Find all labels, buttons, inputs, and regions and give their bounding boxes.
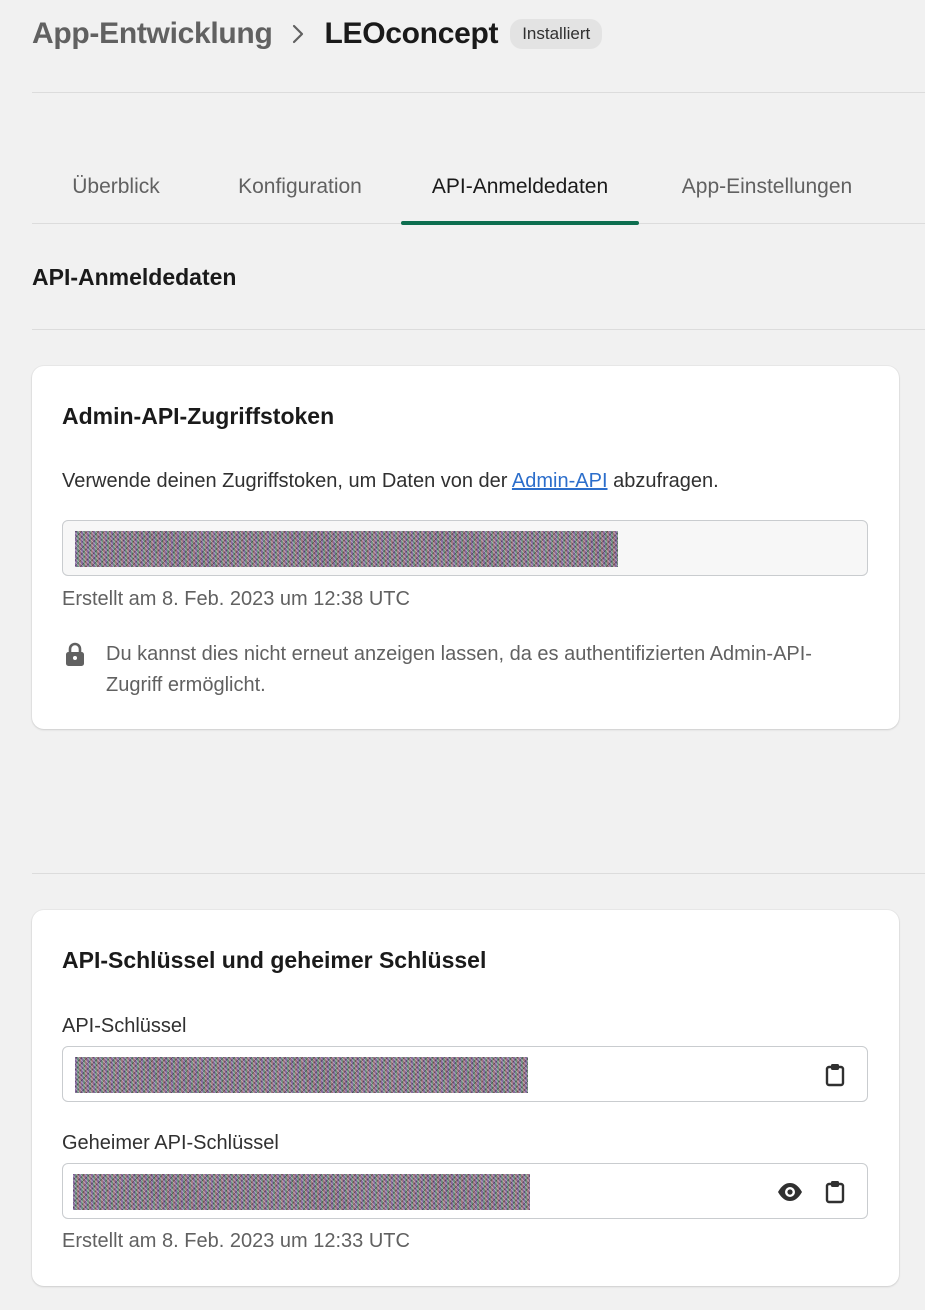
admin-token-card: Admin-API-Zugriffstoken Verwende deinen … [32,366,899,729]
description-text-suffix: abzufragen. [607,470,719,492]
tab-overview[interactable]: Überblick [32,150,200,223]
secret-key-field[interactable] [62,1163,868,1219]
card-title: Admin-API-Zugriffstoken [62,403,335,429]
card-description: Verwende deinen Zugriffstoken, um Daten … [62,470,719,493]
eye-icon[interactable] [775,1177,805,1207]
secret-key-label: Geheimer API-Schlüssel [62,1132,279,1154]
token-created-date: Erstellt am 8. Feb. 2023 um 12:38 UTC [62,588,410,610]
clipboard-icon[interactable] [820,1060,850,1090]
breadcrumb: App-Entwicklung LEOconcept Installiert [32,14,603,54]
breadcrumb-parent-link[interactable]: App-Entwicklung [32,17,273,51]
admin-api-link[interactable]: Admin-API [512,470,608,492]
keys-created-date: Erstellt am 8. Feb. 2023 um 12:33 UTC [62,1230,410,1252]
redacted-secret-key [73,1174,530,1210]
access-token-field[interactable] [62,520,868,576]
redacted-token [75,531,618,567]
chevron-right-icon [292,24,304,44]
clipboard-icon[interactable] [820,1177,850,1207]
tab-bar: Überblick Konfiguration API-Anmeldedaten… [32,150,925,225]
divider [32,329,925,330]
description-text: Verwende deinen Zugriffstoken, um Daten … [62,470,512,492]
divider [32,873,925,874]
divider [32,92,925,93]
tab-api-credentials[interactable]: API-Anmeldedaten [401,150,639,225]
section-title: API-Anmeldedaten [32,264,237,290]
redacted-api-key [75,1057,528,1093]
api-keys-card: API-Schlüssel und geheimer Schlüssel API… [32,910,899,1286]
security-note: Du kannst dies nicht erneut anzeigen las… [62,639,866,701]
tab-app-settings[interactable]: App-Einstellungen [639,150,895,223]
security-note-text: Du kannst dies nicht erneut anzeigen las… [106,643,812,696]
api-key-label: API-Schlüssel [62,1015,187,1037]
card-title: API-Schlüssel und geheimer Schlüssel [62,947,487,973]
status-badge: Installiert [510,19,603,49]
api-key-field[interactable] [62,1046,868,1102]
tab-configuration[interactable]: Konfiguration [200,150,400,223]
page-title: LEOconcept [324,17,499,50]
lock-icon [62,641,88,701]
